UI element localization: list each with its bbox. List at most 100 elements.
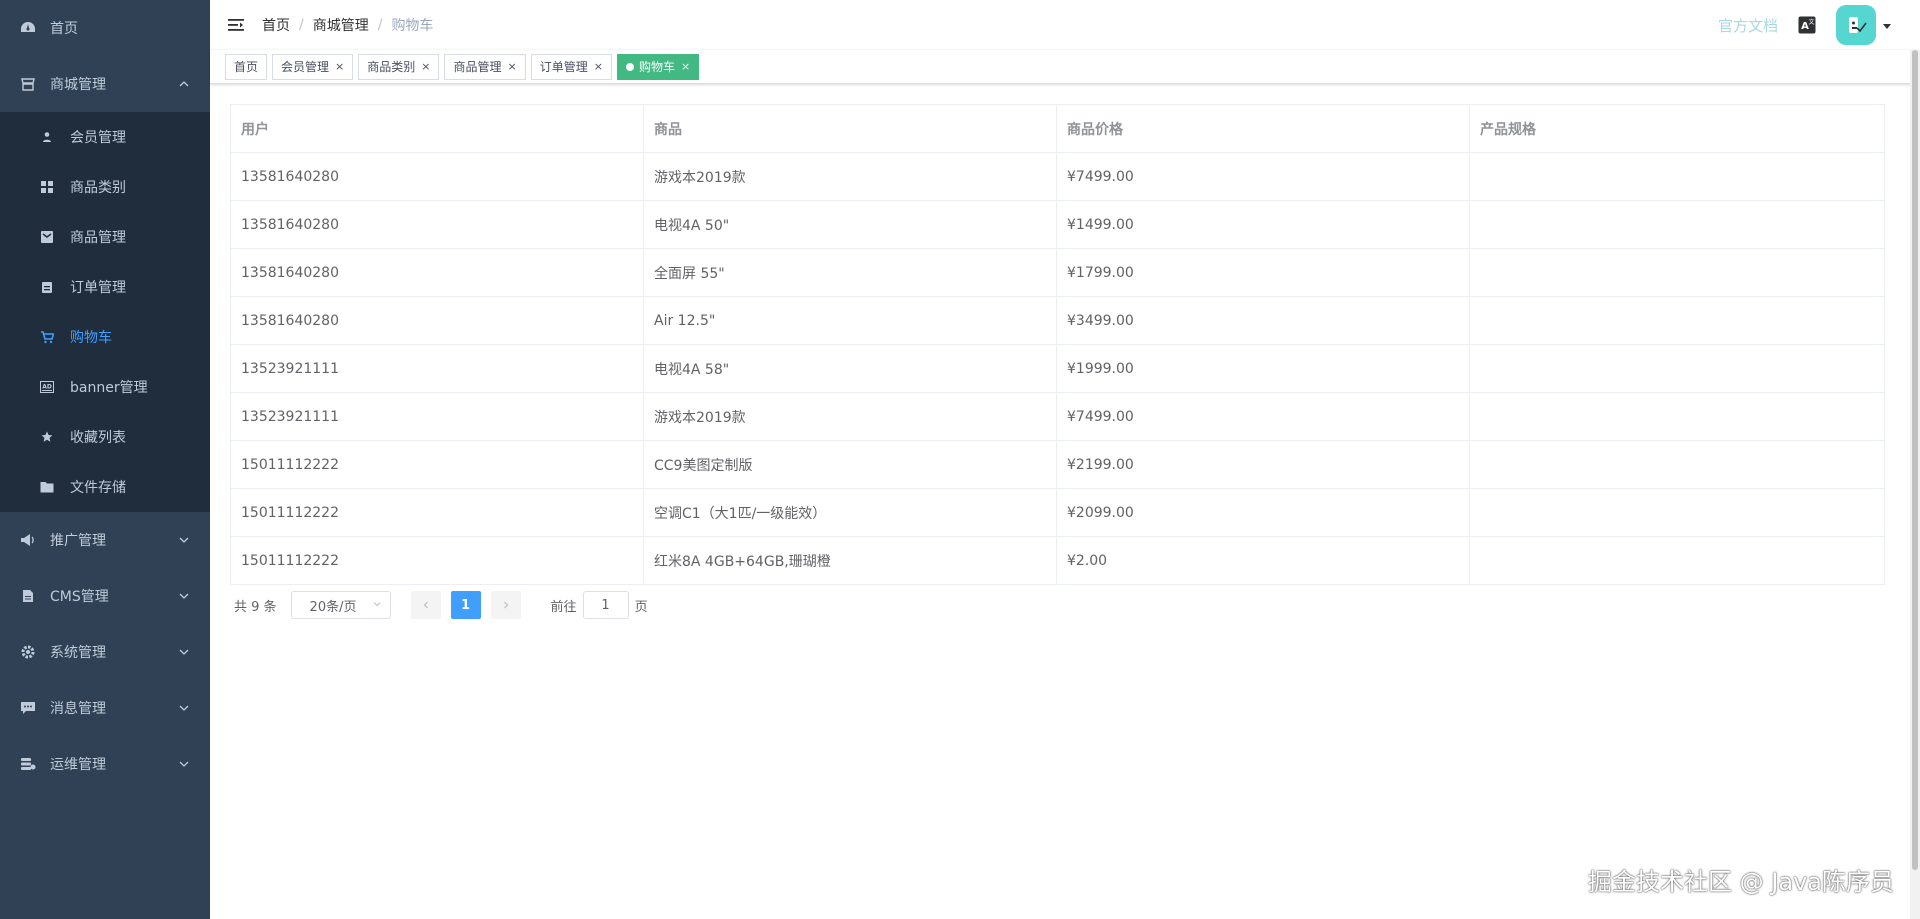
- goto-page-input[interactable]: [582, 591, 629, 619]
- tag-label: 首页: [234, 60, 259, 74]
- close-icon[interactable]: ×: [421, 60, 430, 73]
- column-header-spec: 产品规格: [1469, 104, 1885, 153]
- sidebar-item-files[interactable]: 文件存储: [0, 462, 210, 512]
- sidebar-item-ops[interactable]: 运维管理: [0, 736, 210, 792]
- breadcrumb-separator: /: [299, 17, 304, 33]
- cell-spec: [1469, 296, 1885, 345]
- cell-spec: [1469, 152, 1885, 201]
- cell-price: ¥7499.00: [1056, 152, 1470, 201]
- right-menu: 官方文档 A文: [1718, 0, 1920, 50]
- cell-product: 电视4A 58": [643, 344, 1057, 393]
- chevron-down-icon: [178, 758, 190, 770]
- page-unit-label: 页: [634, 599, 648, 615]
- cell-user: 15011112222: [230, 440, 644, 489]
- column-header-user: 用户: [230, 104, 644, 153]
- tag-cart[interactable]: 购物车 ×: [616, 53, 700, 80]
- table-row: 13523921111 游戏本2019款 ¥7499.00: [230, 392, 1885, 441]
- avatar[interactable]: [1836, 5, 1876, 45]
- chevron-down-icon: [178, 590, 190, 602]
- cell-product: 游戏本2019款: [643, 392, 1057, 441]
- close-icon[interactable]: ×: [335, 60, 344, 73]
- cell-spec: [1469, 200, 1885, 249]
- sidebar-item-promotion[interactable]: 推广管理: [0, 512, 210, 568]
- hamburger-icon[interactable]: [226, 15, 246, 35]
- tag-categories[interactable]: 商品类别 ×: [358, 53, 440, 80]
- page-size-select[interactable]: 20条/页: [290, 591, 391, 619]
- cell-user: 15011112222: [230, 488, 644, 537]
- prev-page-button[interactable]: [410, 591, 441, 619]
- table-row: 13581640280 电视4A 50" ¥1499.00: [230, 200, 1885, 249]
- cell-user: 13523921111: [230, 344, 644, 393]
- cell-spec: [1469, 488, 1885, 537]
- database-icon: [20, 756, 36, 772]
- page-number-current[interactable]: 1: [450, 591, 481, 619]
- column-header-price: 商品价格: [1056, 104, 1470, 153]
- table-row: 13581640280 全面屏 55" ¥1799.00: [230, 248, 1885, 297]
- cell-spec: [1469, 536, 1885, 585]
- tag-orders[interactable]: 订单管理 ×: [530, 53, 612, 80]
- cart-table: 用户 商品 商品价格 产品规格 13581640280 游戏本2019款 ¥74…: [230, 104, 1885, 585]
- svg-text:AD: AD: [42, 384, 52, 391]
- tag-home[interactable]: 首页: [225, 53, 268, 80]
- sidebar-item-cms[interactable]: CMS管理: [0, 568, 210, 624]
- sidebar-item-label: 运维管理: [50, 757, 106, 773]
- cell-spec: [1469, 248, 1885, 297]
- cell-product: 全面屏 55": [643, 248, 1057, 297]
- pagination-total: 共 9 条: [234, 599, 277, 615]
- table-row: 15011112222 空调C1（大1匹/一级能效） ¥2099.00: [230, 488, 1885, 537]
- tag-products[interactable]: 商品管理 ×: [444, 53, 526, 80]
- page-size-value: 20条/页: [309, 599, 357, 615]
- sidebar-item-favorites[interactable]: 收藏列表: [0, 412, 210, 462]
- close-icon[interactable]: ×: [681, 60, 690, 73]
- goto-label: 前往: [550, 599, 577, 615]
- cell-product: CC9美图定制版: [643, 440, 1057, 489]
- main-area: 首页 / 商城管理 / 购物车 官方文档 A文 首页 会员管理 × 商品类别 × 商…: [210, 0, 1920, 919]
- sidebar-item-system[interactable]: 系统管理: [0, 624, 210, 680]
- table-row: 15011112222 红米8A 4GB+64GB,珊瑚橙 ¥2.00: [230, 536, 1885, 585]
- next-page-button[interactable]: [490, 591, 521, 619]
- sidebar-item-label: 推广管理: [50, 533, 106, 549]
- chevron-down-icon: [178, 534, 190, 546]
- breadcrumb-home[interactable]: 首页: [262, 15, 290, 35]
- breadcrumb-mall[interactable]: 商城管理: [313, 15, 369, 35]
- chevron-down-icon: [178, 702, 190, 714]
- chevron-down-icon: [372, 598, 382, 613]
- cell-user: 13581640280: [230, 200, 644, 249]
- close-icon[interactable]: ×: [508, 60, 517, 73]
- sidebar-item-label: 系统管理: [50, 645, 106, 661]
- close-icon[interactable]: ×: [594, 60, 603, 73]
- cell-product: 电视4A 50": [643, 200, 1057, 249]
- scrollbar-thumb[interactable]: [1912, 50, 1918, 870]
- cell-price: ¥7499.00: [1056, 392, 1470, 441]
- svg-text:文: 文: [1808, 18, 1814, 26]
- sidebar-item-members[interactable]: 会员管理: [0, 112, 210, 162]
- sidebar-item-label: 文件存储: [70, 480, 126, 496]
- sidebar-item-label: 会员管理: [70, 130, 126, 146]
- sidebar-item-orders[interactable]: 订单管理: [0, 262, 210, 312]
- breadcrumb-current: 购物车: [391, 18, 434, 34]
- table-row: 13581640280 游戏本2019款 ¥7499.00: [230, 152, 1885, 201]
- chat-icon: [20, 700, 36, 716]
- sidebar-item-home[interactable]: 首页: [0, 0, 210, 56]
- sidebar-item-products[interactable]: 商品管理: [0, 212, 210, 262]
- cell-price: ¥1999.00: [1056, 344, 1470, 393]
- cell-spec: [1469, 344, 1885, 393]
- chevron-down-icon: [178, 646, 190, 658]
- docs-link[interactable]: 官方文档: [1718, 15, 1778, 36]
- sidebar-item-cart[interactable]: 购物车: [0, 312, 210, 362]
- breadcrumb: 首页 / 商城管理 / 购物车: [262, 15, 433, 35]
- page-jumper: 前往 页: [551, 591, 648, 619]
- cell-price: ¥2199.00: [1056, 440, 1470, 489]
- cell-price: ¥2099.00: [1056, 488, 1470, 537]
- sidebar-item-banner[interactable]: AD banner管理: [0, 362, 210, 412]
- cell-user: 13581640280: [230, 152, 644, 201]
- tag-members[interactable]: 会员管理 ×: [272, 53, 354, 80]
- sidebar-item-mall[interactable]: 商城管理: [0, 56, 210, 112]
- sidebar-item-categories[interactable]: 商品类别: [0, 162, 210, 212]
- language-icon[interactable]: A文: [1798, 16, 1816, 34]
- table-row: 13581640280 Air 12.5" ¥3499.00: [230, 296, 1885, 345]
- sidebar-item-message[interactable]: 消息管理: [0, 680, 210, 736]
- vertical-scrollbar[interactable]: [1910, 50, 1920, 919]
- column-header-product: 商品: [643, 104, 1057, 153]
- caret-down-icon[interactable]: [1882, 20, 1892, 30]
